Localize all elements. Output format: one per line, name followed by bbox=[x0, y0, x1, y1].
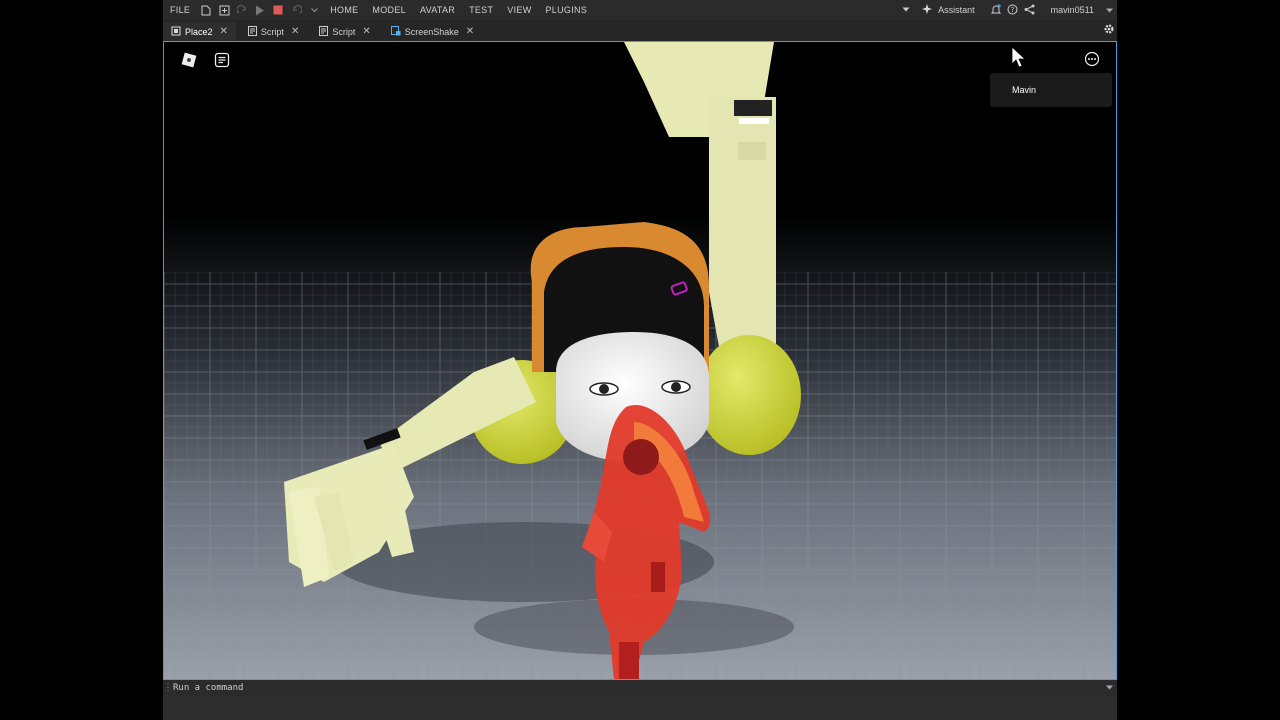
stop-icon[interactable] bbox=[271, 3, 285, 17]
more-options-button[interactable] bbox=[1081, 48, 1103, 70]
help-icon[interactable]: ? bbox=[1007, 4, 1018, 17]
assistant-button[interactable]: Assistant bbox=[938, 5, 975, 15]
undo-dropdown-icon[interactable] bbox=[307, 3, 321, 17]
close-tab-icon[interactable]: ✕ bbox=[466, 26, 474, 37]
chat-icon bbox=[214, 52, 230, 68]
notification-bell-icon[interactable] bbox=[990, 3, 1001, 17]
roblox-logo-icon bbox=[181, 52, 197, 68]
scene-render bbox=[164, 42, 1116, 679]
assistant-sparkle-icon[interactable] bbox=[922, 4, 933, 16]
new-file-icon[interactable] bbox=[199, 3, 213, 17]
command-input[interactable] bbox=[173, 683, 1106, 693]
place-icon bbox=[171, 26, 181, 38]
chat-button[interactable] bbox=[211, 49, 233, 71]
tab-script-2[interactable]: Script ✕ bbox=[311, 22, 378, 41]
tab-script-1[interactable]: Script ✕ bbox=[240, 22, 307, 41]
chevron-down-icon[interactable] bbox=[902, 5, 910, 15]
tab-label: ScreenShake bbox=[404, 26, 459, 37]
menu-view[interactable]: VIEW bbox=[500, 5, 538, 15]
command-dropdown-icon[interactable] bbox=[1106, 683, 1117, 693]
file-menu[interactable]: FILE bbox=[163, 5, 197, 15]
menu-right-group: Assistant ? mavin0511 bbox=[902, 3, 1117, 17]
studio-window: FILE HOME MODEL AVATAR TEST VIEW PLUGINS bbox=[163, 0, 1117, 720]
close-tab-icon[interactable]: ✕ bbox=[220, 26, 228, 37]
menu-avatar[interactable]: AVATAR bbox=[413, 5, 462, 15]
tab-place2[interactable]: Place2 ✕ bbox=[163, 22, 236, 41]
menu-plugins[interactable]: PLUGINS bbox=[538, 5, 594, 15]
redo-icon[interactable] bbox=[235, 3, 249, 17]
username-label[interactable]: mavin0511 bbox=[1051, 5, 1094, 15]
account-chevron-icon[interactable] bbox=[1106, 5, 1113, 15]
gear-icon[interactable] bbox=[1103, 23, 1115, 37]
close-tab-icon[interactable]: ✕ bbox=[362, 26, 370, 37]
script-icon bbox=[319, 25, 329, 38]
ellipsis-icon bbox=[1084, 51, 1100, 67]
tab-label: Script bbox=[332, 26, 356, 37]
share-icon[interactable] bbox=[1024, 4, 1035, 17]
undo-icon[interactable] bbox=[289, 3, 303, 17]
document-tab-bar: Place2 ✕ Script ✕ Script ✕ ScreenShake ✕ bbox=[163, 20, 1117, 41]
command-bar: ⋮ bbox=[163, 680, 1117, 696]
play-icon[interactable] bbox=[253, 3, 267, 17]
menu-model[interactable]: MODEL bbox=[365, 5, 413, 15]
menu-test[interactable]: TEST bbox=[462, 5, 500, 15]
tab-label: Place2 bbox=[185, 26, 213, 37]
status-area bbox=[163, 696, 1117, 720]
drag-handle-icon[interactable]: ⋮ bbox=[163, 683, 173, 693]
script-icon bbox=[247, 25, 257, 38]
tab-label: Script bbox=[260, 26, 284, 37]
menu-home[interactable]: HOME bbox=[323, 5, 365, 15]
game-viewport[interactable]: Mavin bbox=[163, 41, 1117, 680]
module-script-icon bbox=[390, 25, 401, 38]
player-name: Mavin bbox=[1012, 85, 1037, 95]
player-list[interactable]: Mavin bbox=[990, 73, 1112, 107]
tab-screenshake[interactable]: ScreenShake ✕ bbox=[383, 22, 482, 41]
close-tab-icon[interactable]: ✕ bbox=[291, 26, 299, 37]
import-icon[interactable] bbox=[217, 3, 231, 17]
menu-bar: FILE HOME MODEL AVATAR TEST VIEW PLUGINS bbox=[163, 0, 1117, 20]
svg-text:?: ? bbox=[1010, 6, 1014, 14]
roblox-menu-button[interactable] bbox=[179, 50, 199, 70]
